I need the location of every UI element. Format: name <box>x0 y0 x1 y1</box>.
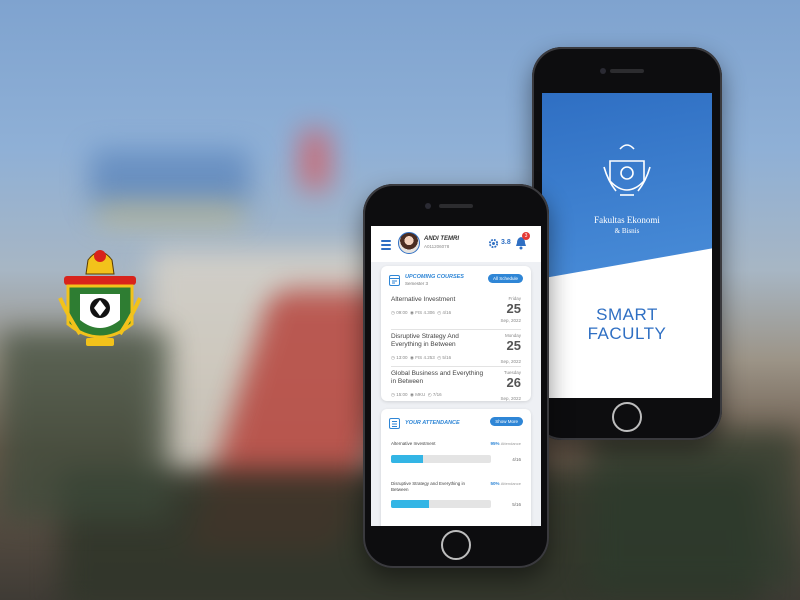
phone-splash: Fakultas Ekonomi & Bisnis SMART FACULTY <box>532 47 722 440</box>
show-more-button[interactable]: Show More <box>490 417 523 426</box>
course-item[interactable]: Global Business and Everything in Betwee… <box>391 370 521 401</box>
count-icon: ◴ <box>427 392 432 397</box>
phone-dashboard: ANDI TEMRI A011206078 3.8 3 UPCOMING COU… <box>363 184 549 568</box>
app-name-line1: SMART <box>596 305 658 324</box>
avatar[interactable] <box>398 232 420 254</box>
semester-label: Semester 3 <box>405 281 429 286</box>
upcoming-courses-card: UPCOMING COURSES Semester 3 All Schedule… <box>381 266 531 401</box>
user-name: ANDI TEMRI <box>424 236 459 242</box>
count-icon: ◴ <box>437 310 442 315</box>
divider <box>391 329 521 330</box>
home-button[interactable] <box>612 402 642 432</box>
course-name: Alternative Investment <box>391 296 456 303</box>
course-room: FIS 4.306 <box>415 310 435 315</box>
course-count: 7/16 <box>432 392 442 397</box>
attendance-progress-fill <box>391 455 423 463</box>
course-month: Sep, 2022 <box>500 396 521 401</box>
course-month: Sep, 2022 <box>500 318 521 323</box>
course-day: 25 <box>506 338 521 353</box>
clock-icon: ◷ <box>391 310 395 315</box>
course-time: 09:00 <box>396 310 408 315</box>
course-item[interactable]: Alternative Investment ◷ 09:00 ◉ FIS 4.30… <box>391 296 521 326</box>
gpa-value: 3.8 <box>501 239 511 246</box>
attendance-percent: 95% Attendance <box>490 441 521 446</box>
attendance-course-name: Disruptive Strategy and Everything in Be… <box>391 481 466 492</box>
course-count: 5/16 <box>442 355 452 360</box>
clock-icon: ◷ <box>391 355 395 360</box>
attendance-percent: 50% Attendance <box>490 481 521 486</box>
attendance-progress-bar <box>391 500 491 508</box>
attendance-item[interactable]: Disruptive Strategy and Everything in Be… <box>391 481 521 515</box>
course-time: 15:00 <box>396 392 408 397</box>
phone-speaker <box>610 69 644 73</box>
dashboard-screen: ANDI TEMRI A011206078 3.8 3 UPCOMING COU… <box>371 226 541 526</box>
attendance-title: YOUR ATTENDANCE <box>405 420 460 426</box>
count-icon: ◴ <box>437 355 442 360</box>
attendance-progress-fill <box>391 500 429 508</box>
phone-camera <box>600 68 606 74</box>
course-room: MKU <box>415 392 426 397</box>
course-name: Disruptive Strategy And Everything in Be… <box>391 333 459 348</box>
home-button[interactable] <box>441 530 471 560</box>
attendance-card: YOUR ATTENDANCE Show More Alternative In… <box>381 409 531 526</box>
course-name: Global Business and Everything in Betwee… <box>391 370 484 385</box>
course-day: 26 <box>506 375 521 390</box>
course-month: Sep, 2022 <box>500 359 521 364</box>
menu-icon[interactable] <box>381 240 391 252</box>
course-item[interactable]: Disruptive Strategy And Everything in Be… <box>391 333 521 364</box>
gear-icon <box>488 238 499 249</box>
attendance-course-name: Alternative Investment <box>391 441 436 446</box>
course-count: 4/16 <box>442 310 452 315</box>
clock-icon: ◷ <box>391 392 395 397</box>
faculty-crest-icon <box>603 144 651 196</box>
attendance-progress-bar <box>391 455 491 463</box>
top-bar: ANDI TEMRI A011206078 3.8 3 <box>371 226 541 262</box>
upcoming-courses-title: UPCOMING COURSES <box>405 274 464 280</box>
course-meta: ◷ 15:00 ◉ MKU ◴ 7/16 <box>391 392 442 398</box>
attendance-count: 5/16 <box>512 502 521 507</box>
course-meta: ◷ 13:00 ◉ FIS 4.253 ◴ 5/16 <box>391 355 451 361</box>
app-name-line2: FACULTY <box>587 324 667 343</box>
attendance-count: 4/16 <box>512 457 521 462</box>
course-day: 25 <box>506 301 521 316</box>
faculty-name-line2: & Bisnis <box>614 227 640 235</box>
course-room: FIS 4.253 <box>415 355 435 360</box>
university-emblem <box>58 250 142 346</box>
user-nim: A011206078 <box>424 244 450 249</box>
attendance-icon <box>389 418 400 429</box>
location-icon: ◉ <box>409 355 414 360</box>
calendar-icon <box>389 275 400 286</box>
all-schedule-button[interactable]: All Schedule <box>487 274 523 283</box>
course-time: 13:00 <box>396 355 408 360</box>
notification-badge: 3 <box>522 232 530 240</box>
course-meta: ◷ 09:00 ◉ FIS 4.306 ◴ 4/16 <box>391 310 451 316</box>
phone-camera <box>425 203 431 209</box>
attendance-item[interactable]: Alternative Investment 95% Attendance 4/16 <box>391 441 521 475</box>
phone-speaker <box>439 204 473 208</box>
splash-screen: Fakultas Ekonomi & Bisnis SMART FACULTY <box>542 93 712 398</box>
faculty-name-line1: Fakultas Ekonomi <box>594 215 660 225</box>
location-icon: ◉ <box>409 310 414 315</box>
location-icon: ◉ <box>409 392 414 397</box>
divider <box>391 366 521 367</box>
